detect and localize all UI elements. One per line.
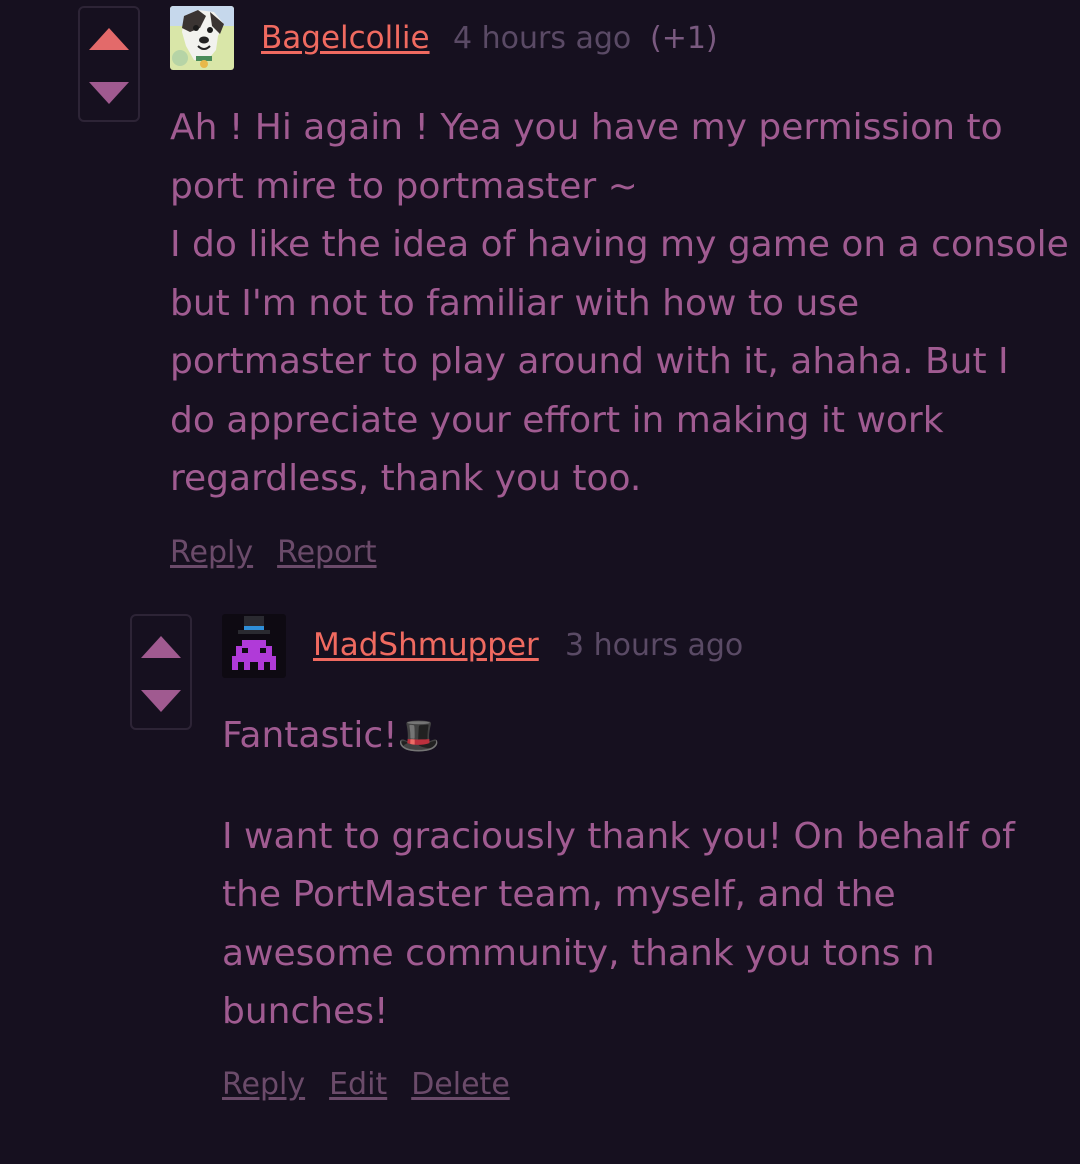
comment-2-actions: Reply Edit Delete	[222, 1067, 534, 1102]
comment-2-first-line: Fantastic!🎩	[222, 707, 1072, 766]
report-link[interactable]: Report	[277, 535, 376, 570]
reply-link[interactable]: Reply	[170, 535, 253, 570]
avatar-dog-icon	[170, 6, 234, 70]
avatar-madshmupper[interactable]	[222, 614, 286, 678]
avatar-invader-tophat-icon	[222, 614, 286, 678]
upvote-arrow-icon[interactable]	[89, 28, 129, 50]
downvote-arrow-icon[interactable]	[141, 690, 181, 712]
comment-1-line: but I'm not to familiar with how to use	[170, 282, 860, 324]
comment-2-line: bunches!	[222, 991, 389, 1032]
comment-2-line: the PortMaster team, myself, and the	[222, 874, 896, 915]
comment-1-username[interactable]: Bagelcollie	[261, 20, 430, 56]
comment-2-spacer	[222, 766, 1072, 808]
comment-2-username[interactable]: MadShmupper	[313, 627, 539, 663]
vote-box-comment-2	[130, 614, 192, 730]
comment-2-line: I want to graciously thank you! On behal…	[222, 815, 1015, 857]
comment-1-line: do appreciate your effort in making it w…	[170, 399, 944, 441]
comment-1-line: regardless, thank you too.	[170, 458, 642, 499]
comment-1-timestamp: 4 hours ago	[453, 21, 632, 56]
avatar-bagelcollie[interactable]	[170, 6, 234, 70]
delete-link[interactable]: Delete	[411, 1067, 510, 1102]
comment-1-line: portmaster to play around with it, ahaha…	[170, 341, 1009, 382]
comment-1-line: port mire to portmaster ~	[170, 165, 638, 207]
comment-1-body: Ah ! Hi again ! Yea you have my permissi…	[170, 99, 1070, 509]
comment-2-timestamp: 3 hours ago	[565, 628, 744, 663]
comment-2-greeting: Fantastic!	[222, 715, 398, 756]
upvote-arrow-icon[interactable]	[141, 636, 181, 658]
top-hat-emoji-icon: 🎩	[397, 716, 440, 756]
comment-2-line: awesome community, thank you tons n	[222, 932, 935, 974]
comment-1-actions: Reply Report	[170, 535, 401, 570]
comment-2-body: Fantastic!🎩 I want to graciously thank y…	[222, 707, 1072, 1042]
comment-1-line: Ah ! Hi again ! Yea you have my permissi…	[170, 107, 1003, 148]
comment-1-score: (+1)	[650, 21, 718, 56]
downvote-arrow-icon[interactable]	[89, 82, 129, 104]
comment-1-line: I do like the idea of having my game on …	[170, 224, 1069, 265]
reply-link[interactable]: Reply	[222, 1067, 305, 1102]
edit-link[interactable]: Edit	[329, 1067, 387, 1102]
vote-box-comment-1	[78, 6, 140, 122]
